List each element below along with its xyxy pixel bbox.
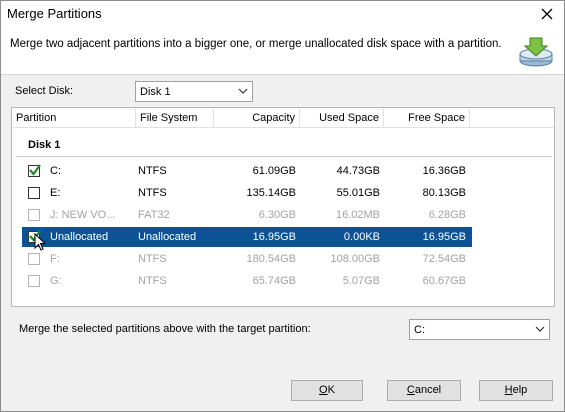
cancel-mnemonic: C <box>406 384 415 396</box>
column-header-file-system[interactable]: File System <box>136 108 214 128</box>
cell-capacity: 135.14GB <box>246 187 296 199</box>
disk-group-label: Disk 1 <box>28 139 61 151</box>
cell-capacity: 6.30GB <box>258 209 296 221</box>
help-mnemonic: H <box>504 384 513 396</box>
cell-partition: G: <box>50 275 62 287</box>
header-description: Merge two adjacent partitions into a big… <box>10 38 502 50</box>
disk-select-value: Disk 1 <box>140 86 171 98</box>
partition-list[interactable]: Partition File System Capacity Used Spac… <box>11 107 555 307</box>
list-header: Partition File System Capacity Used Spac… <box>12 108 554 128</box>
column-header-capacity[interactable]: Capacity <box>214 108 300 128</box>
cell-used: 108.00GB <box>330 253 380 265</box>
table-row[interactable]: E: NTFS 135.14GB 55.01GB 80.13GB <box>12 183 554 203</box>
cell-capacity: 65.74GB <box>252 275 296 287</box>
cell-capacity: 16.95GB <box>252 231 296 243</box>
table-row[interactable]: G: NTFS 65.74GB 5.07GB 60.67GB <box>12 271 554 291</box>
cell-capacity: 180.54GB <box>246 253 296 265</box>
cell-free: 6.28GB <box>428 209 466 221</box>
table-row[interactable]: J: NEW VO... FAT32 6.30GB 16.02MB 6.28GB <box>12 205 554 225</box>
cell-used: 0.00KB <box>343 231 380 243</box>
cell-capacity: 61.09GB <box>252 165 296 177</box>
cell-free: 60.67GB <box>422 275 466 287</box>
cell-fs: NTFS <box>138 253 167 265</box>
cell-partition: Unallocated <box>50 231 109 243</box>
cell-free: 80.13GB <box>422 187 466 199</box>
disk-select[interactable]: Disk 1 <box>135 81 253 102</box>
table-row[interactable]: Unallocated Unallocated 16.95GB 0.00KB 16.95… <box>22 227 472 251</box>
checkmark-icon <box>29 164 41 176</box>
row-checkbox <box>28 253 40 265</box>
group-divider <box>16 156 552 157</box>
help-button[interactable]: Help <box>479 380 553 401</box>
cell-used: 5.07GB <box>342 275 380 287</box>
target-partition-select[interactable]: C: <box>409 319 550 340</box>
ok-label-rest: K <box>327 384 335 396</box>
ok-button[interactable]: OK <box>291 380 363 401</box>
row-checkbox[interactable] <box>28 187 40 199</box>
cancel-button[interactable]: Cancel <box>387 380 461 401</box>
cell-partition: J: NEW VO... <box>50 209 116 221</box>
row-checkbox <box>28 275 40 287</box>
header-panel: Merge two adjacent partitions into a big… <box>1 28 564 75</box>
merge-partition-icon <box>519 37 553 67</box>
cancel-label-rest: ancel <box>414 384 442 396</box>
cell-partition: C: <box>50 165 61 177</box>
cell-used: 44.73GB <box>336 165 380 177</box>
cell-fs: FAT32 <box>138 209 170 221</box>
chevron-down-icon <box>238 88 248 94</box>
title-bar: Merge Partitions <box>1 1 564 28</box>
close-button[interactable] <box>534 3 560 25</box>
column-header-free-space[interactable]: Free Space <box>384 108 470 128</box>
close-icon <box>541 8 553 20</box>
column-header-used-space[interactable]: Used Space <box>300 108 384 128</box>
cell-partition: F: <box>50 253 60 265</box>
table-row[interactable]: F: NTFS 180.54GB 108.00GB 72.54GB <box>12 249 554 269</box>
row-checkbox[interactable] <box>28 164 41 177</box>
cell-fs: NTFS <box>138 165 167 177</box>
cell-free: 16.95GB <box>422 231 466 243</box>
cell-free: 72.54GB <box>422 253 466 265</box>
chevron-down-icon <box>535 326 545 332</box>
help-label-rest: elp <box>512 384 528 396</box>
ok-mnemonic: O <box>319 384 328 396</box>
cell-used: 55.01GB <box>336 187 380 199</box>
select-disk-label: Select Disk: <box>15 85 74 97</box>
merge-target-label: Merge the selected partitions above with… <box>19 323 311 335</box>
merge-partitions-dialog: Merge Partitions Merge two adjacent part… <box>0 0 565 412</box>
cell-fs: Unallocated <box>138 231 197 243</box>
cell-partition: E: <box>50 187 61 199</box>
row-checkbox <box>28 209 40 221</box>
cell-fs: NTFS <box>138 187 167 199</box>
cell-fs: NTFS <box>138 275 167 287</box>
table-row[interactable]: C: NTFS 61.09GB 44.73GB 16.36GB <box>12 161 554 181</box>
cell-used: 16.02MB <box>335 209 380 221</box>
window-title: Merge Partitions <box>7 6 102 21</box>
target-partition-value: C: <box>414 324 425 336</box>
cell-free: 16.36GB <box>422 165 466 177</box>
column-header-partition[interactable]: Partition <box>12 108 136 128</box>
